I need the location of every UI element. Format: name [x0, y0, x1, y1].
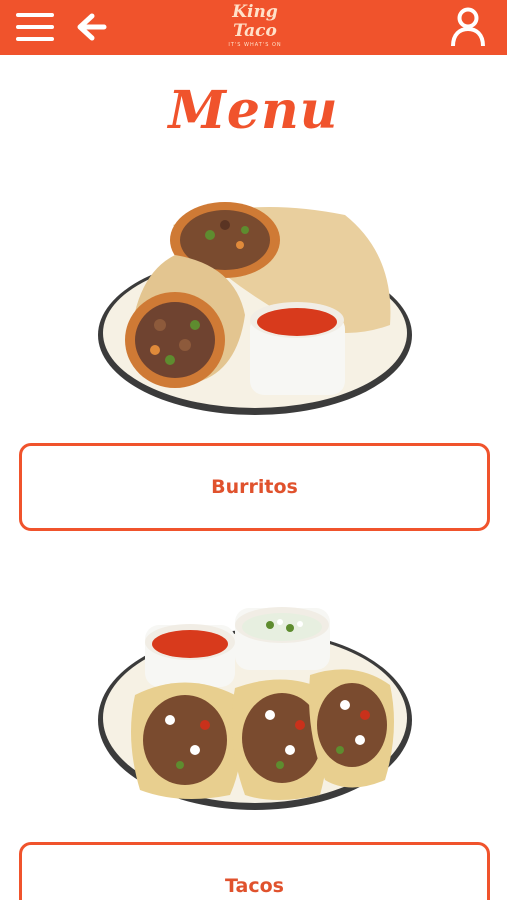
logo-line-1: King [232, 2, 278, 22]
top-app-bar: King Taco IT'S WHAT'S ON [0, 0, 507, 55]
category-button-tacos[interactable]: Tacos [19, 842, 490, 900]
arrow-left-icon[interactable] [74, 10, 114, 44]
king-taco-logo[interactable]: King Taco IT'S WHAT'S ON [205, 3, 305, 51]
tacos-plate-image [98, 607, 412, 810]
hamburger-menu-icon[interactable] [16, 10, 56, 44]
category-button-burritos[interactable]: Burritos [19, 443, 490, 531]
burrito-plate-image [98, 202, 412, 415]
category-label: Burritos [211, 476, 298, 498]
logo-line-2: Taco [233, 21, 277, 41]
category-label: Tacos [225, 875, 284, 897]
page-title: Menu [168, 80, 339, 141]
logo-tagline: IT'S WHAT'S ON [228, 42, 282, 48]
user-icon[interactable] [448, 6, 488, 48]
